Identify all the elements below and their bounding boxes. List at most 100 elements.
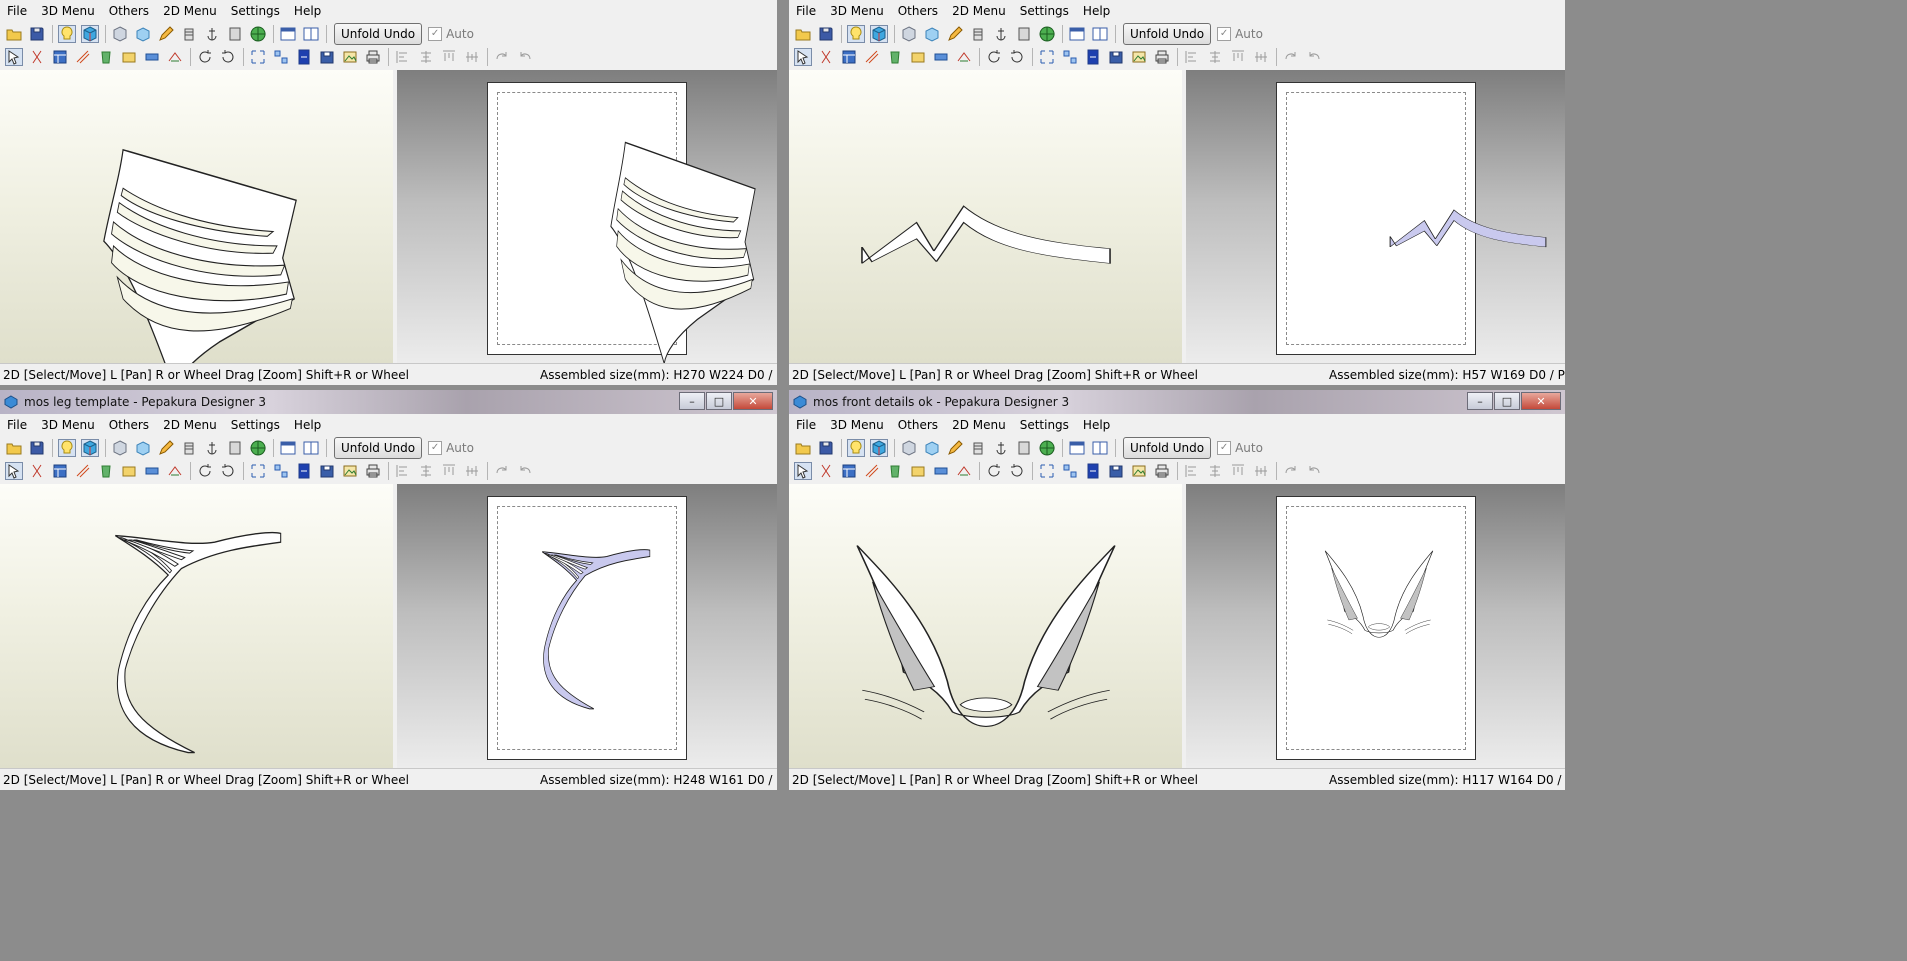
flap-button[interactable] — [886, 462, 904, 480]
glue-button[interactable] — [180, 25, 198, 43]
image-button[interactable] — [341, 48, 359, 66]
globe-button[interactable] — [249, 439, 267, 457]
edge-button[interactable] — [143, 48, 161, 66]
arrange-button[interactable] — [1061, 462, 1079, 480]
fit-button[interactable] — [1038, 48, 1056, 66]
save-button[interactable] — [817, 25, 835, 43]
menu-others[interactable]: Others — [891, 4, 945, 18]
arrange-button[interactable] — [272, 462, 290, 480]
rotate-left-button[interactable] — [985, 462, 1003, 480]
save-page-button[interactable] — [318, 462, 336, 480]
align-middle-button[interactable] — [463, 48, 481, 66]
maximize-button[interactable]: □ — [1494, 392, 1520, 410]
join-button[interactable] — [166, 48, 184, 66]
paper-cube-button[interactable] — [923, 439, 941, 457]
menu-3d-menu[interactable]: 3D Menu — [823, 4, 891, 18]
page-button[interactable] — [1084, 462, 1102, 480]
align-center-button[interactable] — [417, 48, 435, 66]
fold-button[interactable] — [863, 48, 881, 66]
view-2d[interactable] — [1186, 484, 1565, 768]
layout-button[interactable] — [51, 48, 69, 66]
color-cube-button[interactable] — [870, 439, 888, 457]
rotate-right-button[interactable] — [219, 462, 237, 480]
menu-2d-menu[interactable]: 2D Menu — [156, 4, 224, 18]
dual-view-button[interactable] — [302, 439, 320, 457]
menu-help[interactable]: Help — [287, 4, 328, 18]
redo-shape-button[interactable] — [493, 462, 511, 480]
select-button[interactable] — [794, 462, 812, 480]
lightbulb-button[interactable] — [58, 25, 76, 43]
anchor-button[interactable] — [203, 25, 221, 43]
minimize-button[interactable]: – — [679, 392, 705, 410]
save-button[interactable] — [28, 439, 46, 457]
texture-button[interactable] — [226, 25, 244, 43]
menu-help[interactable]: Help — [287, 418, 328, 432]
auto-checkbox[interactable]: ✓ Auto — [428, 441, 474, 455]
fold-button[interactable] — [74, 48, 92, 66]
menu-settings[interactable]: Settings — [1013, 418, 1076, 432]
tabs-button[interactable] — [120, 48, 138, 66]
tabs-button[interactable] — [120, 462, 138, 480]
menu-2d-menu[interactable]: 2D Menu — [945, 418, 1013, 432]
globe-button[interactable] — [1038, 439, 1056, 457]
layout-button[interactable] — [840, 462, 858, 480]
flat-cube-button[interactable] — [900, 25, 918, 43]
save-page-button[interactable] — [318, 48, 336, 66]
menu-settings[interactable]: Settings — [224, 418, 287, 432]
model-3d-part[interactable] — [100, 145, 300, 363]
open-button[interactable] — [5, 25, 23, 43]
unfolded-part[interactable] — [540, 547, 652, 712]
menu-3d-menu[interactable]: 3D Menu — [34, 418, 102, 432]
select-button[interactable] — [5, 462, 23, 480]
edge-button[interactable] — [143, 462, 161, 480]
open-button[interactable] — [794, 25, 812, 43]
arrange-button[interactable] — [272, 48, 290, 66]
anchor-button[interactable] — [203, 439, 221, 457]
menu-settings[interactable]: Settings — [224, 4, 287, 18]
model-3d-part[interactable] — [112, 529, 284, 757]
menu-help[interactable]: Help — [1076, 418, 1117, 432]
menu-file[interactable]: File — [789, 418, 823, 432]
view-3d[interactable] — [0, 70, 393, 363]
save-page-button[interactable] — [1107, 462, 1125, 480]
align-middle-button[interactable] — [1252, 48, 1270, 66]
edge-button[interactable] — [932, 48, 950, 66]
rotate-left-button[interactable] — [196, 48, 214, 66]
view-3d[interactable] — [789, 70, 1182, 363]
fit-button[interactable] — [249, 462, 267, 480]
lightbulb-button[interactable] — [847, 439, 865, 457]
save-page-button[interactable] — [1107, 48, 1125, 66]
cut-button[interactable] — [817, 48, 835, 66]
menu-others[interactable]: Others — [102, 418, 156, 432]
dual-view-button[interactable] — [1091, 25, 1109, 43]
save-button[interactable] — [28, 25, 46, 43]
print-button[interactable] — [364, 48, 382, 66]
align-left-button[interactable] — [394, 48, 412, 66]
align-left-button[interactable] — [1183, 48, 1201, 66]
arrange-button[interactable] — [1061, 48, 1079, 66]
select-button[interactable] — [5, 48, 23, 66]
open-button[interactable] — [5, 439, 23, 457]
fit-button[interactable] — [249, 48, 267, 66]
image-button[interactable] — [341, 462, 359, 480]
rotate-right-button[interactable] — [219, 48, 237, 66]
layout-button[interactable] — [51, 462, 69, 480]
single-view-button[interactable] — [279, 439, 297, 457]
auto-checkbox[interactable]: ✓ Auto — [428, 27, 474, 41]
menu-others[interactable]: Others — [891, 418, 945, 432]
minimize-button[interactable]: – — [1467, 392, 1493, 410]
menu-file[interactable]: File — [0, 4, 34, 18]
single-view-button[interactable] — [1068, 439, 1086, 457]
join-button[interactable] — [166, 462, 184, 480]
pencil-button[interactable] — [157, 439, 175, 457]
glue-button[interactable] — [969, 439, 987, 457]
align-left-button[interactable] — [394, 462, 412, 480]
redo-shape-button[interactable] — [1282, 48, 1300, 66]
lightbulb-button[interactable] — [58, 439, 76, 457]
menu-file[interactable]: File — [789, 4, 823, 18]
unfolded-part[interactable] — [1387, 193, 1549, 248]
menu-settings[interactable]: Settings — [1013, 4, 1076, 18]
redo-shape-button[interactable] — [1282, 462, 1300, 480]
layout-button[interactable] — [840, 48, 858, 66]
anchor-button[interactable] — [992, 439, 1010, 457]
